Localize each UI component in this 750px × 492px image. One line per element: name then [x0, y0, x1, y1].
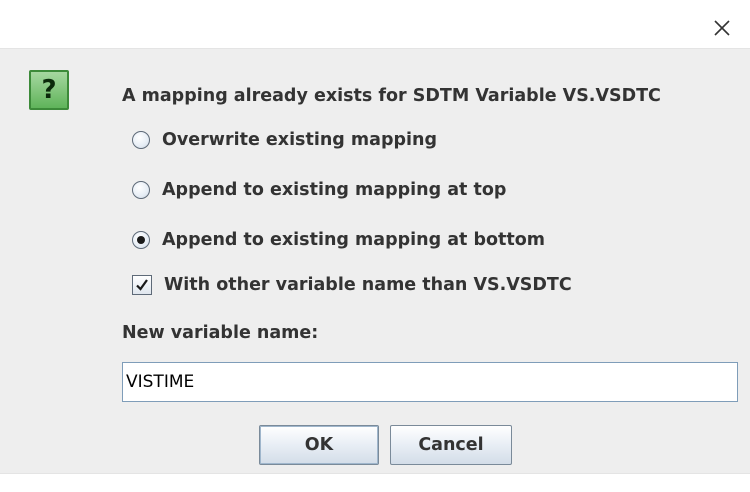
ok-button[interactable]: OK	[259, 425, 379, 465]
option-append-top[interactable]: Append to existing mapping at top	[132, 180, 506, 200]
other-name-checkbox-row[interactable]: With other variable name than VS.VSDTC	[132, 275, 572, 295]
radio-overwrite[interactable]	[132, 131, 150, 149]
option-append-top-label: Append to existing mapping at top	[162, 180, 507, 200]
option-overwrite[interactable]: Overwrite existing mapping	[132, 130, 437, 150]
other-name-checkbox[interactable]	[132, 275, 152, 295]
dialog-content: ? A mapping already exists for SDTM Vari…	[0, 48, 750, 474]
new-variable-name-label: New variable name:	[122, 323, 319, 343]
other-name-checkbox-label: With other variable name than VS.VSDTC	[164, 275, 572, 295]
option-append-bottom[interactable]: Append to existing mapping at bottom	[132, 230, 545, 250]
dialog-message: A mapping already exists for SDTM Variab…	[122, 86, 661, 106]
checkmark-icon	[136, 279, 148, 291]
cancel-button[interactable]: Cancel	[390, 425, 512, 465]
question-icon: ?	[29, 70, 69, 110]
close-button[interactable]	[708, 14, 736, 42]
dialog-window: ? A mapping already exists for SDTM Vari…	[0, 0, 750, 492]
question-glyph: ?	[41, 75, 57, 105]
close-icon	[714, 20, 730, 36]
new-variable-name-input[interactable]	[122, 362, 738, 402]
option-append-bottom-label: Append to existing mapping at bottom	[162, 230, 546, 250]
radio-append-bottom[interactable]	[132, 231, 150, 249]
option-overwrite-label: Overwrite existing mapping	[162, 130, 438, 150]
radio-append-top[interactable]	[132, 181, 150, 199]
